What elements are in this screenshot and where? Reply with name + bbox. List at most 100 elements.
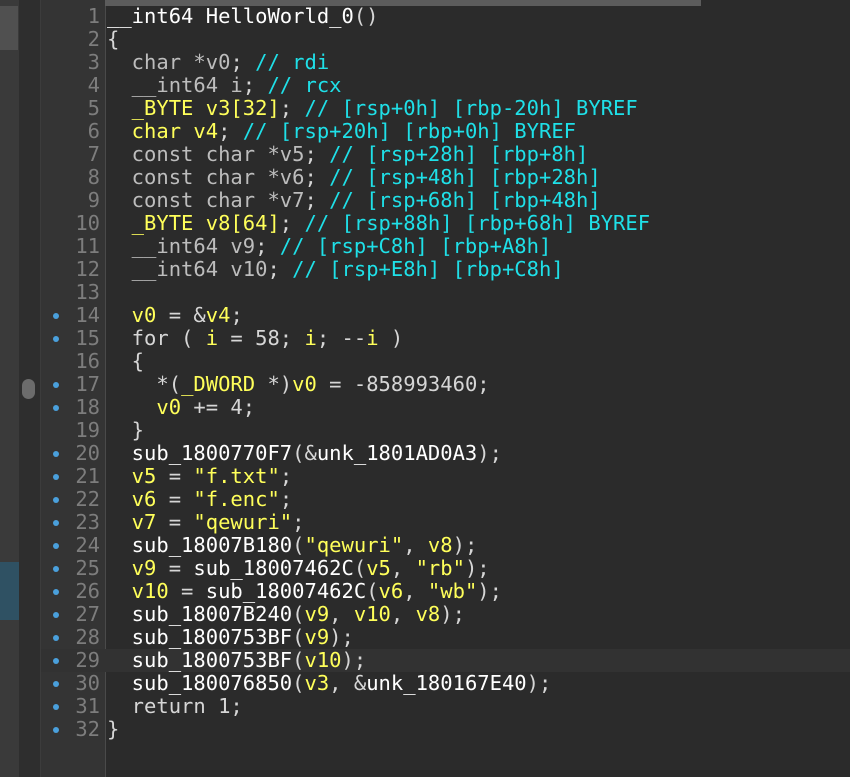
code-line[interactable]: 14 v0 = &v4; (41, 304, 850, 327)
code-token: , (403, 533, 428, 557)
code-line[interactable]: 22 v6 = "f.enc"; (41, 488, 850, 511)
code-token: v10 (353, 602, 391, 626)
code-text: const char *v5; // [rsp+28h] [rbp+8h] (107, 143, 589, 166)
code-line[interactable]: 17 *(_DWORD *)v0 = -858993460; (41, 373, 850, 396)
line-number: 6 (87, 119, 100, 143)
code-token: ); (477, 579, 502, 603)
line-number: 2 (87, 27, 100, 51)
splitter[interactable] (19, 0, 41, 777)
code-token: = 58; (218, 326, 305, 350)
code-line[interactable]: 8 const char *v6; // [rsp+48h] [rbp+28h] (41, 166, 850, 189)
code-text: const char *v7; // [rsp+68h] [rbp+48h] (107, 189, 601, 212)
line-number: 29 (75, 648, 100, 672)
code-token: "rb" (415, 556, 465, 580)
code-token: ; -- (316, 326, 367, 350)
code-token: v9 (304, 625, 330, 649)
left-panel-scrollbar[interactable] (0, 0, 19, 777)
code-token: "qewuri" (193, 510, 293, 534)
code-line[interactable]: 15 for ( i = 58; i; --i ) (41, 327, 850, 350)
code-line[interactable]: 4 __int64 i; // rcx (41, 74, 850, 97)
code-line[interactable]: 16 { (41, 350, 850, 373)
code-token: const char *v6 (107, 165, 305, 189)
code-line[interactable]: 13 (41, 281, 850, 304)
code-token: ( (292, 533, 305, 557)
code-token: ; (279, 211, 305, 235)
code-line[interactable]: 18 v0 += 4; (41, 396, 850, 419)
left-panel-selection-marker (0, 562, 19, 620)
code-token: , (390, 556, 416, 580)
line-number: 15 (75, 326, 100, 350)
code-token: v0 (107, 303, 157, 327)
code-line[interactable]: 20 sub_1800770F7(&unk_1801AD0A3); (41, 442, 850, 465)
code-line[interactable]: 28 sub_1800753BF(v9); (41, 626, 850, 649)
code-token: v0 (107, 395, 182, 419)
code-token: = -858993460; (316, 372, 490, 396)
left-scroll-thumb[interactable] (0, 6, 18, 50)
code-token: = (156, 556, 194, 580)
code-line[interactable]: 3 char *v0; // rdi (41, 51, 850, 74)
line-number: 26 (75, 579, 100, 603)
code-token: ( (292, 671, 305, 695)
code-line[interactable]: 32} (41, 718, 850, 741)
code-token: ( (292, 602, 305, 626)
code-line[interactable]: 1 __int64 HelloWorld_0() (41, 5, 850, 28)
code-line[interactable]: 24 sub_18007B180("qewuri", v8); (41, 534, 850, 557)
line-number: 27 (75, 602, 100, 626)
code-token: { (107, 349, 145, 373)
code-line[interactable]: 7 const char *v5; // [rsp+28h] [rbp+8h] (41, 143, 850, 166)
code-token: , (329, 602, 354, 626)
code-line[interactable]: 5 _BYTE v3[32]; // [rsp+0h] [rbp-20h] BY… (41, 97, 850, 120)
code-line[interactable]: 6 char v4; // [rsp+20h] [rbp+0h] BYREF (41, 120, 850, 143)
code-token: for ( (107, 326, 206, 350)
code-line[interactable]: 11 __int64 v9; // [rsp+C8h] [rbp+A8h] (41, 235, 850, 258)
code-line[interactable]: 10 _BYTE v8[64]; // [rsp+88h] [rbp+68h] … (41, 212, 850, 235)
line-number: 1 (87, 4, 100, 28)
code-token: return 1; (107, 694, 243, 718)
splitter-handle[interactable] (22, 379, 35, 399)
line-number: 18 (75, 395, 100, 419)
code-token: ; (267, 257, 293, 281)
code-line[interactable]: 31 return 1; (41, 695, 850, 718)
line-number: 14 (75, 303, 100, 327)
code-token: sub_180076850 (107, 671, 293, 695)
code-token: __int64 (107, 73, 231, 97)
code-token: // [rsp+88h] [rbp+68h] BYREF (304, 211, 651, 235)
code-text: __int64 v10; // [rsp+E8h] [rbp+C8h] (107, 258, 564, 281)
code-line[interactable]: 29 sub_1800753BF(v10); (41, 649, 850, 672)
code-token: v3 (304, 671, 330, 695)
code-token: v8 (415, 602, 441, 626)
code-token: v7 (107, 510, 157, 534)
code-token: // [rsp+68h] [rbp+48h] (329, 188, 601, 212)
code-token: ; (218, 119, 243, 143)
code-token: ); (477, 441, 502, 465)
code-line[interactable]: 9 const char *v7; // [rsp+68h] [rbp+48h] (41, 189, 850, 212)
code-line[interactable]: 26 v10 = sub_18007462C(v6, "wb"); (41, 580, 850, 603)
code-line[interactable]: 12 __int64 v10; // [rsp+E8h] [rbp+C8h] (41, 258, 850, 281)
code-token: ; (242, 73, 268, 97)
code-text: sub_1800770F7(&unk_1801AD0A3); (107, 442, 502, 465)
code-line[interactable]: 27 sub_18007B240(v9, v10, v8); (41, 603, 850, 626)
code-text: sub_18007B240(v9, v10, v8); (107, 603, 465, 626)
code-text: _BYTE v3[32]; // [rsp+0h] [rbp-20h] BYRE… (107, 97, 638, 120)
code-text: __int64 HelloWorld_0() (107, 5, 379, 28)
code-token: __int64 v10 (107, 257, 268, 281)
code-line[interactable]: 19 } (41, 419, 850, 442)
code-token: ; (230, 303, 243, 327)
code-token: "qewuri" (304, 533, 404, 557)
code-line[interactable]: 25 v9 = sub_18007462C(v5, "rb"); (41, 557, 850, 580)
code-line[interactable]: 2{ (41, 28, 850, 51)
code-token: _BYTE v8[64] (107, 211, 280, 235)
pseudocode-view[interactable]: 1 __int64 HelloWorld_0() 2{3 char *v0; // … (41, 5, 850, 741)
line-number: 30 (75, 671, 100, 695)
code-token: ; (304, 165, 330, 189)
code-text: _BYTE v8[64]; // [rsp+88h] [rbp+68h] BYR… (107, 212, 650, 235)
code-token: v6 (107, 487, 157, 511)
code-token: v5 (107, 464, 157, 488)
code-token: } (107, 418, 145, 442)
code-line[interactable]: 23 v7 = "qewuri"; (41, 511, 850, 534)
code-token: ) (378, 326, 404, 350)
code-line[interactable]: 21 v5 = "f.txt"; (41, 465, 850, 488)
code-line[interactable]: 30 sub_180076850(v3, &unk_180167E40); (41, 672, 850, 695)
line-number: 5 (87, 96, 100, 120)
code-text: return 1; (107, 695, 243, 718)
